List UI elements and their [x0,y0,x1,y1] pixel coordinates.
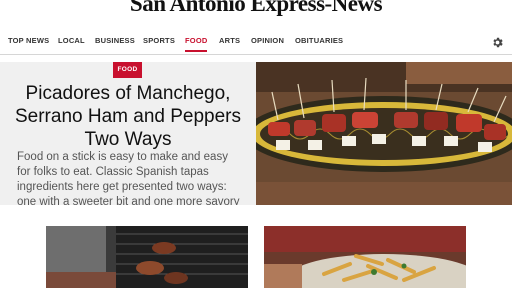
hero-image-tapas-skewers[interactable] [256,62,512,205]
site-logo[interactable]: San Antonio Express-News [0,0,512,17]
hero-headline[interactable]: Picadores of Manchego, Serrano Ham and P… [6,82,250,151]
story-card-grill-image[interactable] [46,226,248,288]
hero-story-text[interactable]: FOOD Picadores of Manchego, Serrano Ham … [0,62,256,205]
nav-item-local[interactable]: LOCAL [58,36,85,46]
nav-item-business[interactable]: BUSINESS [95,36,135,46]
hero-dek: Food on a stick is easy to make and easy… [17,151,240,205]
section-badge[interactable]: FOOD [113,62,142,78]
nav-item-opinion[interactable]: OPINION [251,36,284,46]
nav-item-top-news[interactable]: TOP NEWS [8,36,49,46]
story-card-fries-image[interactable] [264,226,466,288]
nav-item-food[interactable]: FOOD [185,36,208,52]
nav-item-sports[interactable]: SPORTS [143,36,175,46]
gear-icon[interactable] [491,36,504,49]
nav-item-arts[interactable]: ARTS [219,36,240,46]
masthead: San Antonio Express-News [0,0,512,20]
nav-item-obituaries[interactable]: OBITUARIES [295,36,343,46]
section-nav: TOP NEWS LOCAL BUSINESS SPORTS FOOD ARTS… [0,30,512,55]
